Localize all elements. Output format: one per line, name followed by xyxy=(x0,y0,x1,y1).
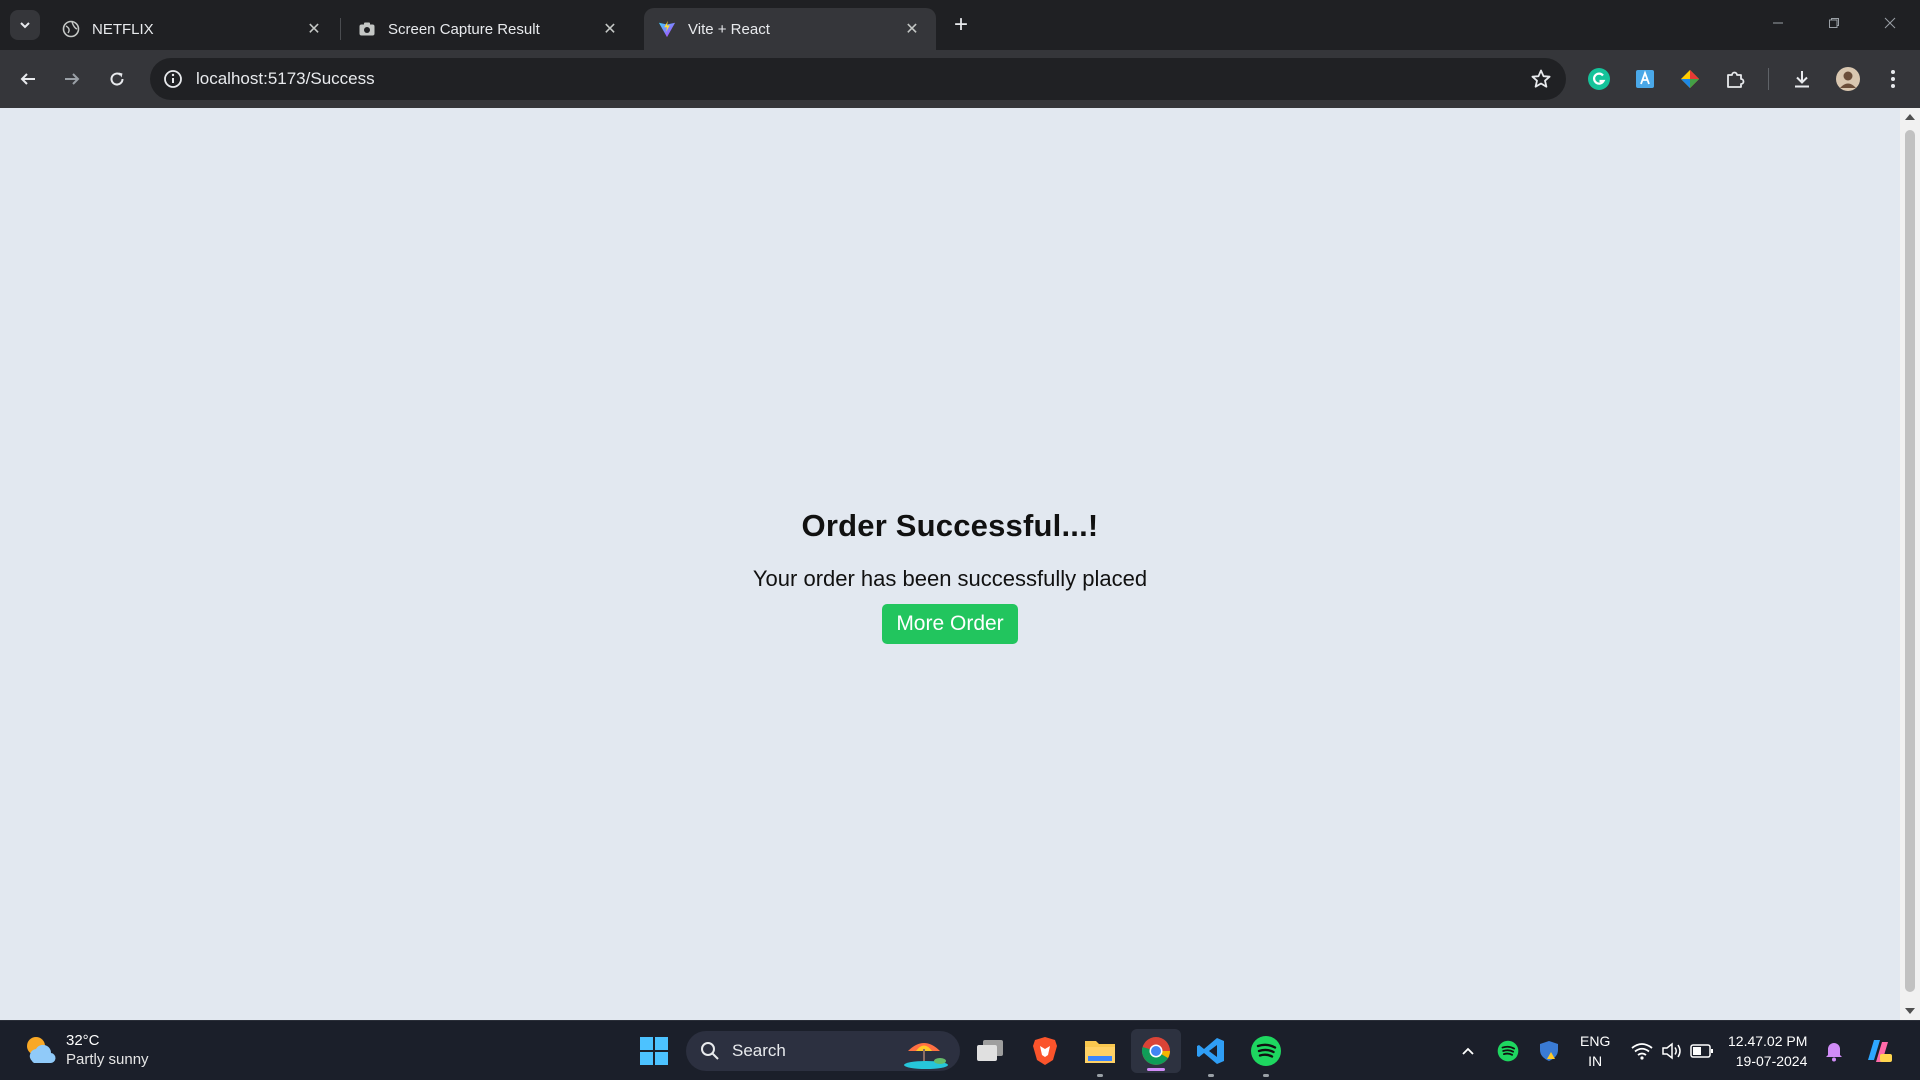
language-code: ENG xyxy=(1580,1033,1611,1049)
color-picker-extension-icon[interactable] xyxy=(1674,63,1706,95)
toolbar-divider xyxy=(1768,68,1769,90)
address-bar[interactable]: localhost:5173/Success xyxy=(150,58,1566,100)
weather-condition: Partly sunny xyxy=(66,1051,149,1068)
forward-icon[interactable] xyxy=(56,63,88,95)
extensions-puzzle-icon[interactable] xyxy=(1719,63,1751,95)
close-tab-icon[interactable]: ✕ xyxy=(600,19,620,39)
bookmark-star-icon[interactable] xyxy=(1530,68,1552,90)
search-icon xyxy=(701,1042,719,1060)
back-icon[interactable] xyxy=(12,63,44,95)
tab-search-button[interactable] xyxy=(10,10,40,40)
copilot-icon[interactable] xyxy=(1860,1033,1896,1069)
running-indicator xyxy=(1097,1074,1103,1077)
camera-icon xyxy=(358,20,376,38)
success-message: Your order has been successfully placed xyxy=(752,566,1148,591)
spotify-icon[interactable] xyxy=(1248,1033,1284,1077)
tab-strip: NETFLIX ✕ Screen Capture Result ✕ Vite +… xyxy=(0,0,1920,50)
vite-icon xyxy=(658,20,676,38)
translate-extension-icon[interactable] xyxy=(1629,63,1661,95)
taskbar-search[interactable]: Search xyxy=(686,1031,960,1071)
chevron-up-icon[interactable] xyxy=(1450,1033,1486,1069)
start-windows-icon[interactable] xyxy=(636,1033,672,1069)
region-code: IN xyxy=(1588,1053,1603,1069)
brave-browser-icon[interactable] xyxy=(1027,1033,1063,1069)
file-explorer-icon[interactable] xyxy=(1082,1033,1118,1077)
address-url[interactable]: localhost:5173/Success xyxy=(196,69,375,89)
success-title: Order Successful...! xyxy=(801,508,1099,543)
beach-umbrella-icon xyxy=(904,1043,948,1069)
tab-screen-capture[interactable]: Screen Capture Result ✕ xyxy=(344,8,634,50)
clock-time: 12.47.02 PM xyxy=(1728,1033,1808,1049)
globe-icon xyxy=(62,20,80,38)
reload-icon[interactable] xyxy=(101,63,133,95)
close-tab-icon[interactable]: ✕ xyxy=(902,19,922,39)
close-window-icon[interactable] xyxy=(1862,0,1918,46)
page-viewport: Order Successful...! Your order has been… xyxy=(0,108,1900,1020)
minimize-icon[interactable] xyxy=(1750,0,1806,46)
partly-sunny-icon xyxy=(27,1037,56,1064)
running-indicator xyxy=(1208,1074,1214,1077)
browser-toolbar: localhost:5173/Success xyxy=(0,50,1920,108)
close-tab-icon[interactable]: ✕ xyxy=(304,19,324,39)
scrollbar-thumb[interactable] xyxy=(1905,130,1915,992)
tab-title: Vite + React xyxy=(688,20,770,38)
scroll-down-arrow-icon[interactable] xyxy=(1905,1008,1915,1014)
windows-taskbar: 32°C Partly sunny Search ENG IN 12.47.02… xyxy=(0,1020,1920,1080)
more-order-button[interactable]: More Order xyxy=(882,604,1018,644)
new-tab-button[interactable]: + xyxy=(946,10,976,40)
search-label: Search xyxy=(732,1041,786,1060)
language-indicator[interactable]: ENG IN xyxy=(1580,1031,1610,1071)
clock-date: 19-07-2024 xyxy=(1735,1053,1808,1069)
chevron-down-icon xyxy=(20,22,30,29)
site-info-icon[interactable] xyxy=(162,68,184,90)
spotify-tray-icon[interactable] xyxy=(1490,1033,1526,1069)
tab-vite-react[interactable]: Vite + React ✕ xyxy=(644,8,936,50)
page-scrollbar[interactable] xyxy=(1900,108,1920,1020)
battery-icon[interactable] xyxy=(1684,1033,1720,1069)
clock[interactable]: 12.47.02 PM 19-07-2024 xyxy=(1728,1031,1807,1071)
grammarly-icon[interactable] xyxy=(1583,63,1615,95)
active-indicator xyxy=(1147,1068,1165,1071)
tab-separator xyxy=(340,18,341,40)
security-shield-icon[interactable] xyxy=(1531,1033,1567,1069)
tab-title: Screen Capture Result xyxy=(388,20,540,38)
tab-netflix[interactable]: NETFLIX ✕ xyxy=(48,8,338,50)
download-icon[interactable] xyxy=(1786,63,1818,95)
weather-widget[interactable]: 32°C Partly sunny xyxy=(22,1031,149,1069)
tab-title: NETFLIX xyxy=(92,20,154,38)
running-indicator xyxy=(1263,1074,1269,1077)
task-view-icon[interactable] xyxy=(972,1033,1008,1069)
more-menu-icon[interactable] xyxy=(1877,63,1909,95)
vscode-icon[interactable] xyxy=(1193,1033,1229,1077)
success-card: Order Successful...! Your order has been… xyxy=(0,508,1900,644)
restore-icon[interactable] xyxy=(1806,0,1862,46)
scroll-up-arrow-icon[interactable] xyxy=(1905,114,1915,120)
chrome-icon[interactable] xyxy=(1131,1029,1181,1073)
profile-avatar[interactable] xyxy=(1832,63,1864,95)
weather-temperature: 32°C xyxy=(66,1032,100,1049)
notification-bell-icon[interactable] xyxy=(1816,1033,1852,1069)
